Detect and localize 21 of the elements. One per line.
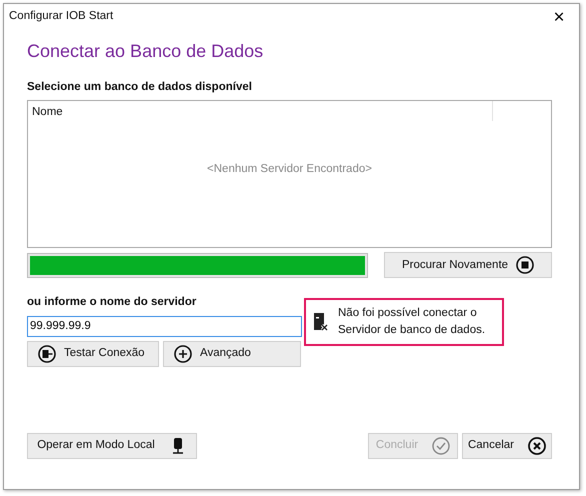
server-label: ou informe o nome do servidor (27, 295, 198, 310)
list-label: Selecione um banco de dados disponível (27, 80, 253, 95)
search-again-button[interactable]: Procurar Novamente (384, 252, 552, 278)
empty-message: <Nenhum Servidor Encontrado> (207, 162, 372, 177)
test-connection-button[interactable]: Testar Conexão (27, 340, 159, 366)
server-error-icon (314, 313, 328, 332)
error-text: Não foi possível conectar o Servidor de banco de dados. (338, 306, 486, 338)
server-input-field[interactable]: 99.999.99.9 (27, 316, 302, 336)
server-list[interactable]: Nome <Nenhum Servidor Encontrado> (27, 100, 552, 248)
cancel-button[interactable]: Cancelar (462, 433, 552, 459)
advanced-button[interactable]: Avançado (163, 340, 301, 366)
plus-icon (174, 344, 192, 362)
stop-icon (516, 256, 534, 274)
close-icon (528, 437, 546, 455)
local-mode-button[interactable]: Operar em Modo Local (27, 433, 197, 459)
window-title: Configurar IOB Start (9, 9, 114, 24)
column-header[interactable]: Nome (28, 101, 493, 122)
check-icon (432, 437, 450, 455)
close-button[interactable]: × (539, 4, 579, 30)
connection-icon (38, 344, 56, 362)
dialog-heading: Conectar ao Banco de Dados (27, 40, 264, 63)
